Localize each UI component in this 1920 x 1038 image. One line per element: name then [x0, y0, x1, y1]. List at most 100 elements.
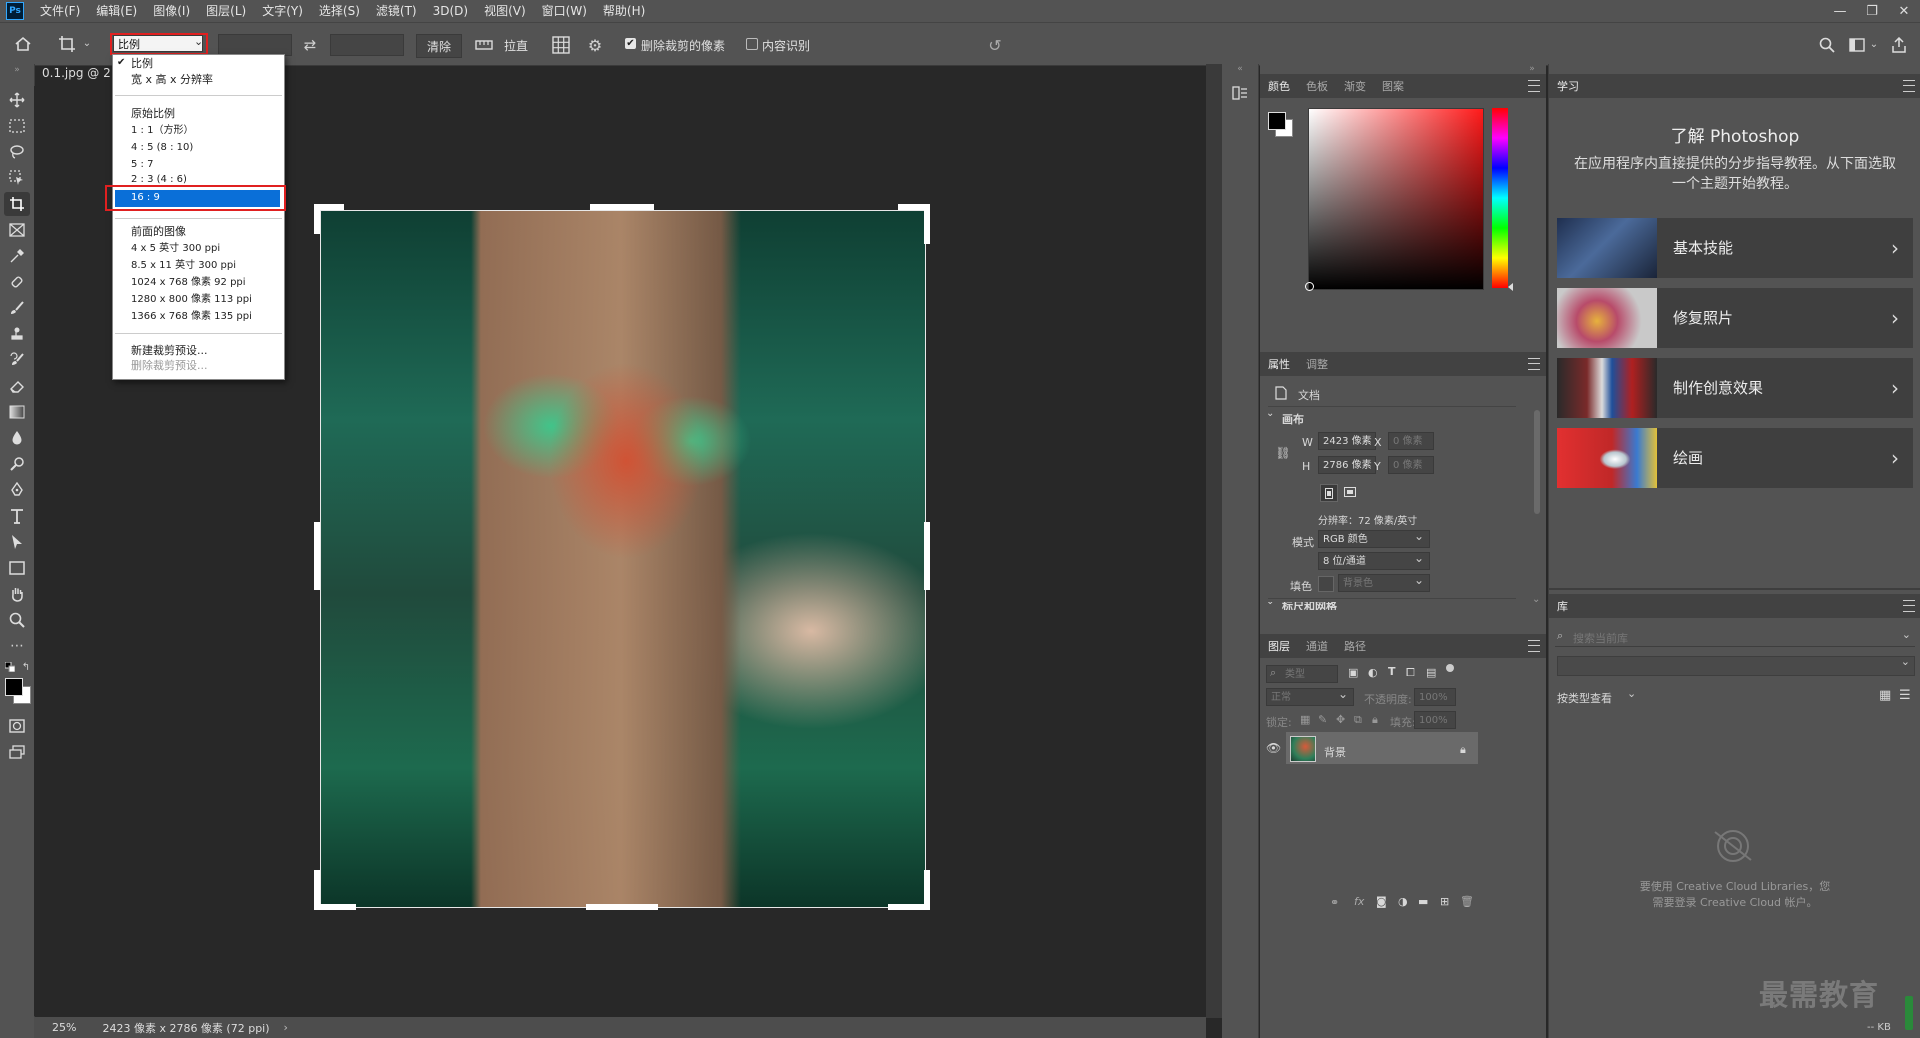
menu-view[interactable]: 视图(V) — [476, 0, 534, 22]
lasso-tool-icon[interactable] — [4, 140, 30, 164]
crop-handle-top[interactable] — [590, 204, 654, 210]
clear-button[interactable]: 清除 — [416, 34, 462, 58]
layer-name[interactable]: 背景 — [1324, 744, 1346, 760]
rectangle-tool-icon[interactable] — [4, 556, 30, 580]
new-adjustment-icon[interactable]: ◑ — [1398, 895, 1408, 908]
more-tools-icon[interactable]: ⋯ — [4, 634, 30, 658]
tab-color[interactable]: 颜色 — [1260, 78, 1298, 94]
crop-tool-icon[interactable] — [56, 33, 78, 55]
eyedropper-tool-icon[interactable] — [4, 244, 30, 268]
layer-lock-icon[interactable]: 🔒︎ — [1460, 743, 1466, 757]
hue-slider[interactable] — [1492, 108, 1508, 288]
content-aware-checkbox[interactable] — [746, 38, 758, 50]
lock-artboard-icon[interactable]: ⧉ — [1354, 713, 1362, 727]
section-chevron-icon[interactable]: ⌄ — [1266, 602, 1274, 607]
fill-color-swatch[interactable] — [1318, 576, 1334, 592]
collapse-toolbar-icon[interactable]: » — [9, 65, 25, 75]
color-foreground-swatch[interactable] — [1268, 112, 1286, 130]
landscape-orientation-icon[interactable] — [1342, 484, 1358, 500]
ratio-option[interactable]: 5 : 7 — [131, 158, 153, 172]
filter-shape-icon[interactable]: ⧠ — [1406, 666, 1415, 680]
new-crop-preset-option[interactable]: 新建裁剪预设... — [131, 344, 208, 358]
ratio-option[interactable]: 1280 x 800 像素 113 ppi — [131, 293, 252, 307]
section-chevron-icon[interactable]: ⌄ — [1266, 408, 1274, 419]
library-search-input[interactable]: 搜索当前库 — [1573, 630, 1628, 646]
blur-tool-icon[interactable] — [4, 426, 30, 450]
overlay-grid-icon[interactable] — [550, 35, 572, 55]
reset-crop-icon[interactable]: ↺ — [984, 35, 1006, 55]
frame-tool-icon[interactable] — [4, 218, 30, 242]
crop-handle-bottom-right-vertical[interactable] — [924, 870, 930, 910]
crop-handle-bottom[interactable] — [586, 904, 658, 910]
crop-settings-gear-icon[interactable]: ⚙ — [584, 35, 606, 55]
menu-help[interactable]: 帮助(H) — [595, 0, 653, 22]
tab-paths[interactable]: 路径 — [1336, 638, 1374, 654]
learn-card-basic-skills[interactable]: 基本技能 › — [1557, 218, 1913, 278]
ratio-option[interactable]: 8.5 x 11 英寸 300 ppi — [131, 259, 236, 273]
panel-menu-icon[interactable] — [1903, 600, 1915, 612]
color-mode-select[interactable]: RGB 颜色 — [1318, 527, 1430, 548]
tab-properties[interactable]: 属性 — [1260, 356, 1298, 372]
rulers-grid-section-title[interactable]: 标尺和网格 — [1282, 602, 1337, 610]
canvas-height-input[interactable]: 2786 像素 — [1318, 456, 1376, 474]
marquee-tool-icon[interactable] — [4, 114, 30, 138]
straighten-button[interactable]: 拉直 — [504, 34, 528, 56]
canvas-section-title[interactable]: 画布 — [1282, 411, 1304, 427]
library-search[interactable]: ⌕ 搜索当前库 ⌄ — [1555, 628, 1915, 647]
restore-button[interactable]: ❐ — [1856, 0, 1888, 22]
workspace-chevron-icon[interactable]: ⌄ — [1868, 37, 1880, 51]
menu-edit[interactable]: 编辑(E) — [88, 0, 145, 22]
tab-layers[interactable]: 图层 — [1260, 638, 1298, 654]
tool-preset-chevron-icon[interactable]: ⌄ — [82, 37, 92, 49]
scroll-down-icon[interactable]: ⌄ — [1532, 594, 1540, 605]
path-selection-tool-icon[interactable] — [4, 530, 30, 554]
tab-learn[interactable]: 学习 — [1549, 78, 1587, 94]
collapse-column-icon[interactable]: » — [1524, 64, 1540, 74]
delete-layer-icon[interactable]: 🗑︎ — [1460, 895, 1474, 908]
canvas-x-input[interactable]: 0 像素 — [1388, 432, 1434, 450]
zoom-level[interactable]: 25% — [52, 1021, 76, 1034]
workspace-icon[interactable] — [1846, 35, 1868, 55]
learn-card-fix-photos[interactable]: 修复照片 › — [1557, 288, 1913, 348]
fill-opacity-input[interactable]: 100% — [1414, 711, 1456, 729]
grid-view-icon[interactable]: ▦ — [1879, 688, 1891, 703]
portrait-orientation-icon[interactable] — [1320, 484, 1338, 502]
new-group-icon[interactable]: ▬ — [1418, 895, 1428, 908]
ratio-option[interactable]: 4 x 5 英寸 300 ppi — [131, 242, 220, 256]
default-colors-icon[interactable] — [4, 662, 16, 672]
ratio-width-input[interactable] — [218, 34, 292, 56]
panel-menu-icon[interactable] — [1528, 640, 1540, 652]
filter-pixel-icon[interactable]: ▣ — [1348, 666, 1358, 679]
lock-position-icon[interactable]: ✥ — [1336, 713, 1345, 726]
swap-colors-icon[interactable]: ↰ — [20, 662, 32, 673]
ratio-option[interactable]: 前面的图像 — [131, 225, 186, 239]
minimize-button[interactable]: — — [1824, 0, 1856, 22]
type-tool-icon[interactable] — [4, 504, 30, 528]
menu-type[interactable]: 文字(Y) — [254, 0, 311, 22]
foreground-color-swatch-top[interactable] — [5, 678, 23, 696]
filter-adjustment-icon[interactable]: ◐ — [1368, 666, 1378, 679]
add-mask-icon[interactable]: ◙ — [1376, 895, 1387, 908]
lock-all-icon[interactable]: 🔒︎ — [1372, 713, 1378, 727]
properties-scrollbar[interactable] — [1534, 410, 1540, 514]
lock-pixels-icon[interactable]: ✎ — [1318, 713, 1327, 726]
learn-card-creative-effects[interactable]: 制作创意效果 › — [1557, 358, 1913, 418]
ratio-option[interactable]: 原始比例 — [131, 107, 175, 121]
ratio-option[interactable]: 4 : 5 (8 : 10) — [131, 141, 193, 155]
screen-mode-icon[interactable] — [4, 740, 30, 764]
gradient-tool-icon[interactable] — [4, 400, 30, 424]
library-select[interactable]: ⌄ — [1557, 655, 1915, 676]
menu-select[interactable]: 选择(S) — [311, 0, 368, 22]
zoom-tool-icon[interactable] — [4, 608, 30, 632]
crop-handle-top-right-vertical[interactable] — [924, 204, 930, 244]
tab-adjustments[interactable]: 调整 — [1298, 356, 1336, 372]
object-select-tool-icon[interactable] — [4, 166, 30, 190]
history-panel-icon[interactable] — [1228, 82, 1252, 104]
layer-style-fx-icon[interactable]: fx — [1354, 895, 1364, 908]
brush-tool-icon[interactable] — [4, 296, 30, 320]
share-icon[interactable] — [1888, 35, 1910, 55]
ratio-height-input[interactable] — [330, 34, 404, 56]
canvas-width-input[interactable]: 2423 像素 — [1318, 432, 1376, 450]
crop-tool-active-icon[interactable] — [4, 192, 30, 216]
panel-menu-icon[interactable] — [1528, 80, 1540, 92]
